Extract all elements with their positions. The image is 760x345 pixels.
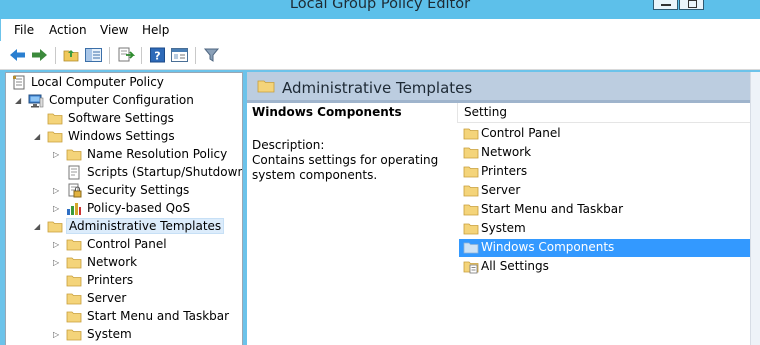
folder-icon <box>47 219 63 234</box>
folder-icon <box>463 221 479 236</box>
policy-document-icon <box>11 75 27 90</box>
tree-label: Name Resolution Policy <box>87 147 228 161</box>
toolbar: ? <box>0 41 760 70</box>
list-item-printers[interactable]: Printers <box>459 163 750 181</box>
menu-help[interactable]: Help <box>142 23 169 37</box>
window-title: Local Group Policy Editor <box>289 0 471 12</box>
folder-icon <box>463 145 479 160</box>
column-header-setting[interactable]: Setting <box>457 103 750 123</box>
expand-arrow-icon[interactable]: ◢ <box>15 96 23 105</box>
tree-label: Policy-based QoS <box>87 201 191 215</box>
script-icon <box>66 165 82 180</box>
folder-icon <box>66 237 82 252</box>
tree-label: Windows Settings <box>68 129 175 143</box>
folder-icon <box>47 111 63 126</box>
folder-icon <box>463 240 479 255</box>
list-item-label: Printers <box>481 164 528 178</box>
folder-icon <box>66 291 82 306</box>
list-item-control-panel[interactable]: Control Panel <box>459 125 750 143</box>
menu-bar: File Action View Help <box>0 19 760 41</box>
minimize-button[interactable] <box>653 0 678 10</box>
tree-label: Network <box>87 255 138 269</box>
description-label: Description: <box>252 138 325 152</box>
list-item-windows-components[interactable]: Windows Components <box>459 239 750 257</box>
tree-label: Administrative Templates <box>66 218 225 234</box>
collapse-arrow-icon[interactable]: ▷ <box>53 240 61 249</box>
list-item-start-menu-and-taskbar[interactable]: Start Menu and Taskbar <box>459 201 750 219</box>
collapse-arrow-icon[interactable]: ▷ <box>53 150 61 159</box>
qos-chart-icon <box>66 201 82 216</box>
tree-label: Computer Configuration <box>49 93 194 107</box>
collapse-arrow-icon[interactable]: ▷ <box>53 204 61 213</box>
list-item-label: Network <box>481 145 532 159</box>
expand-arrow-icon[interactable]: ◢ <box>34 132 42 141</box>
folder-icon <box>463 126 479 141</box>
list-item-network[interactable]: Network <box>459 144 750 162</box>
menu-view[interactable]: View <box>100 23 128 37</box>
console-tree: Local Computer Policy ◢ Computer Configu… <box>5 72 243 345</box>
selected-item-name: Windows Components <box>252 105 402 119</box>
tree-label: Security Settings <box>87 183 190 197</box>
show-hide-tree-icon[interactable] <box>84 46 103 64</box>
help-icon[interactable]: ? <box>148 46 167 64</box>
folder-icon <box>257 78 275 94</box>
folder-icon <box>66 327 82 342</box>
details-header: Administrative Templates <box>247 72 750 100</box>
tree-label: Local Computer Policy <box>31 75 164 89</box>
folder-icon <box>463 164 479 179</box>
security-icon <box>66 183 82 198</box>
column-header-label: Setting <box>464 105 507 119</box>
svg-text:?: ? <box>154 50 160 63</box>
folder-icon <box>66 273 82 288</box>
tree-label: Control Panel <box>87 237 167 251</box>
description-text: Contains settings for operating system c… <box>252 153 439 182</box>
folder-icon <box>66 147 82 162</box>
collapse-arrow-icon[interactable]: ▷ <box>53 186 61 195</box>
list-item-label: All Settings <box>481 259 549 273</box>
settings-list: Setting Control Panel Network Printers S… <box>457 103 750 345</box>
list-item-label: System <box>481 221 526 235</box>
tree-label: Start Menu and Taskbar <box>87 309 230 323</box>
details-title: Administrative Templates <box>282 79 473 97</box>
folder-icon <box>463 202 479 217</box>
maximize-button[interactable] <box>679 0 704 10</box>
details-pane: Administrative Templates Windows Compone… <box>247 72 750 345</box>
properties-icon[interactable] <box>170 46 189 64</box>
folder-icon <box>47 129 63 144</box>
folder-icon <box>66 255 82 270</box>
computer-icon <box>28 93 44 108</box>
tree-label: Server <box>87 291 127 305</box>
list-item-label: Server <box>481 183 521 197</box>
list-item-label: Windows Components <box>481 240 615 254</box>
list-item-all-settings[interactable]: All Settings <box>459 258 750 276</box>
back-icon[interactable] <box>8 46 27 64</box>
tree-label: Scripts (Startup/Shutdown) <box>87 165 243 179</box>
list-item-system[interactable]: System <box>459 220 750 238</box>
tree-label: Printers <box>87 273 134 287</box>
collapse-arrow-icon[interactable]: ▷ <box>53 258 61 267</box>
description-panel: Windows Components Description: Contains… <box>247 103 457 345</box>
collapse-arrow-icon[interactable]: ▷ <box>53 330 61 339</box>
title-bar: Local Group Policy Editor <box>0 0 760 19</box>
export-list-icon[interactable] <box>116 46 136 64</box>
all-settings-icon <box>463 259 479 274</box>
menu-file[interactable]: File <box>14 23 34 37</box>
window-edge <box>750 72 760 345</box>
folder-icon <box>463 183 479 198</box>
tree-label: Software Settings <box>68 111 174 125</box>
forward-icon[interactable] <box>30 46 49 64</box>
filter-icon[interactable] <box>202 46 221 64</box>
list-item-server[interactable]: Server <box>459 182 750 200</box>
menu-action[interactable]: Action <box>49 23 87 37</box>
list-item-label: Control Panel <box>481 126 561 140</box>
list-item-label: Start Menu and Taskbar <box>481 202 624 216</box>
tree-label: System <box>87 327 132 341</box>
up-folder-icon[interactable] <box>62 46 81 64</box>
folder-icon <box>66 309 82 324</box>
expand-arrow-icon[interactable]: ◢ <box>34 222 42 231</box>
